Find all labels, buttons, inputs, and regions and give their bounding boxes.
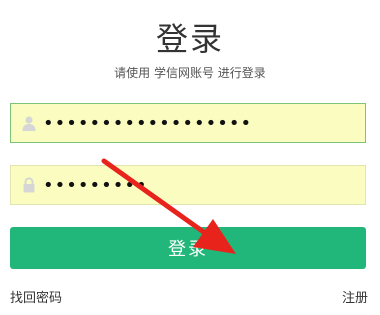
password-field[interactable] (10, 165, 366, 205)
user-icon (21, 115, 37, 131)
username-field[interactable] (10, 103, 366, 143)
password-input[interactable] (43, 166, 353, 204)
username-input[interactable] (43, 104, 353, 142)
register-link[interactable]: 注册 (342, 287, 368, 306)
lock-icon (21, 177, 37, 193)
forgot-password-link[interactable]: 找回密码 (10, 287, 62, 306)
login-page: 登录 请使用 学信网账号 进行登录 登录 找回密码 注册 (0, 0, 380, 315)
page-title: 登录 (155, 20, 224, 58)
login-button[interactable]: 登录 (10, 227, 366, 269)
login-subtitle: 请使用 学信网账号 进行登录 (114, 66, 266, 80)
